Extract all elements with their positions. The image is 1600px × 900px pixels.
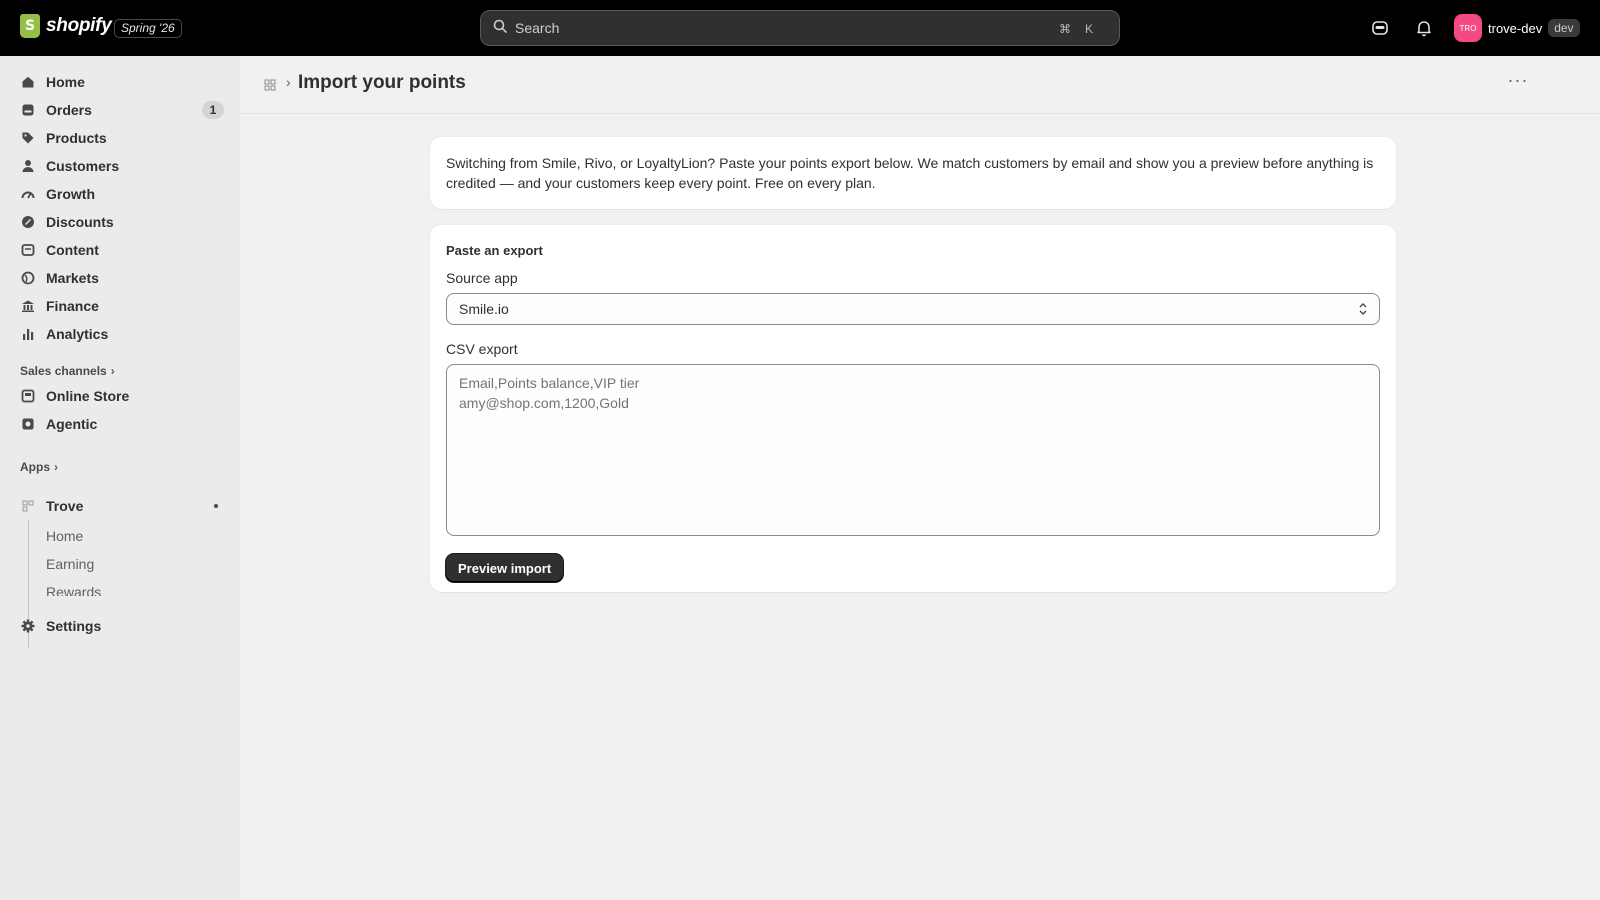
discount-icon <box>20 214 36 230</box>
chevron-right-icon: › <box>286 74 291 90</box>
pin-dot-icon <box>214 504 218 508</box>
orders-count-badge: 1 <box>202 101 224 119</box>
sidebar: Home Orders 1 Products Customers Growth … <box>0 56 240 900</box>
shortcut-mod-key: ⌘ <box>1059 22 1071 36</box>
sidebar-item-customers[interactable]: Customers <box>10 152 230 180</box>
sidebar-item-analytics[interactable]: Analytics <box>10 320 230 348</box>
sales-channels-title: Sales channels <box>20 364 107 378</box>
sidebar-item-label: Orders <box>46 102 92 118</box>
sidebar-item-products[interactable]: Products <box>10 124 230 152</box>
apps-header[interactable]: Apps › <box>20 460 58 474</box>
card-title: Paste an export <box>446 243 543 258</box>
person-icon <box>20 158 36 174</box>
sidebar-item-label: Settings <box>46 618 102 634</box>
sidebar-item-label: Customers <box>46 158 120 174</box>
sidebar-item-label: Growth <box>46 186 95 202</box>
trove-subitem-rewards[interactable]: Rewards <box>46 584 101 596</box>
intro-card: Switching from Smile, Rivo, or LoyaltyLi… <box>430 137 1396 209</box>
search-bar[interactable]: Search ⌘ K <box>480 10 1120 46</box>
store-name: trove-dev <box>1488 20 1543 36</box>
shopify-logo[interactable]: S shopify <box>20 14 112 38</box>
paste-export-card: Paste an export Source app Smile.io CSV … <box>430 225 1396 592</box>
sidebar-item-label: Finance <box>46 298 99 314</box>
bar-chart-icon <box>20 326 36 342</box>
page-title: Import your points <box>298 72 466 93</box>
edition-badge[interactable]: Spring '26 <box>114 19 182 38</box>
search-placeholder: Search <box>515 20 560 36</box>
sidebar-item-label: Analytics <box>46 326 109 342</box>
sidebar-item-settings[interactable]: Settings <box>10 612 230 640</box>
main-content: › Import your points ··· Switching from … <box>240 56 1600 900</box>
chevron-right-icon: › <box>110 364 115 378</box>
page-header: › Import your points ··· <box>240 56 1600 114</box>
gear-icon <box>20 618 36 634</box>
globe-icon <box>20 270 36 286</box>
csv-export-label: CSV export <box>446 341 518 357</box>
home-icon <box>20 74 36 90</box>
select-chevron-icon <box>1357 300 1369 318</box>
brand-wordmark: shopify <box>46 15 112 36</box>
chevron-right-icon: › <box>54 460 58 474</box>
store-env-badge: dev <box>1548 19 1580 37</box>
csv-export-input[interactable] <box>446 364 1380 536</box>
sidebar-item-finance[interactable]: Finance <box>10 292 230 320</box>
ellipsis-icon: ··· <box>1507 70 1529 90</box>
search-icon <box>493 19 507 38</box>
trove-subitem-earning[interactable]: Earning <box>46 556 94 572</box>
content-icon <box>20 242 36 258</box>
sidebar-item-agentic[interactable]: Agentic <box>10 410 230 438</box>
app-grid-icon <box>20 498 36 514</box>
orders-icon <box>20 102 36 118</box>
intro-text: Switching from Smile, Rivo, or LoyaltyLi… <box>446 155 1374 191</box>
shopify-bag-icon: S <box>20 14 40 38</box>
sidekick-icon[interactable] <box>1370 18 1390 38</box>
source-app-select[interactable]: Smile.io <box>446 293 1380 325</box>
store-icon <box>20 388 36 404</box>
sidebar-item-label: Markets <box>46 270 99 286</box>
sidebar-item-label: Agentic <box>46 416 98 432</box>
sidebar-item-trove[interactable]: Trove <box>10 492 230 520</box>
store-avatar: TRO <box>1454 14 1482 42</box>
more-actions-button[interactable]: ··· <box>1506 71 1530 94</box>
sidebar-item-discounts[interactable]: Discounts <box>10 208 230 236</box>
store-menu[interactable]: TRO trove-dev dev <box>1454 14 1580 42</box>
bank-icon <box>20 298 36 314</box>
preview-import-button[interactable]: Preview import <box>446 554 564 582</box>
source-app-label: Source app <box>446 270 518 286</box>
gauge-icon <box>20 186 36 202</box>
sales-channels-header[interactable]: Sales channels › <box>20 364 115 378</box>
agentic-icon <box>20 416 36 432</box>
sidebar-item-label: Discounts <box>46 214 114 230</box>
bell-icon[interactable] <box>1414 18 1434 38</box>
sidebar-item-markets[interactable]: Markets <box>10 264 230 292</box>
sidebar-item-growth[interactable]: Growth <box>10 180 230 208</box>
sidebar-item-online-store[interactable]: Online Store <box>10 382 230 410</box>
app-grid-icon[interactable] <box>264 78 278 92</box>
sidebar-item-label: Trove <box>46 498 84 514</box>
sidebar-item-content[interactable]: Content <box>10 236 230 264</box>
sidebar-item-orders[interactable]: Orders 1 <box>10 96 230 124</box>
source-app-value: Smile.io <box>459 301 509 317</box>
top-bar: S shopify Spring '26 Search ⌘ K TRO trov… <box>0 0 1600 56</box>
sidebar-item-label: Content <box>46 242 99 258</box>
shortcut-key: K <box>1084 22 1093 36</box>
sidebar-item-home[interactable]: Home <box>10 68 230 96</box>
trove-subitem-home[interactable]: Home <box>46 528 83 544</box>
sidebar-item-label: Products <box>46 130 107 146</box>
tag-icon <box>20 130 36 146</box>
sidebar-item-label: Home <box>46 74 85 90</box>
apps-title: Apps <box>20 460 50 474</box>
sidebar-item-label: Online Store <box>46 388 130 404</box>
